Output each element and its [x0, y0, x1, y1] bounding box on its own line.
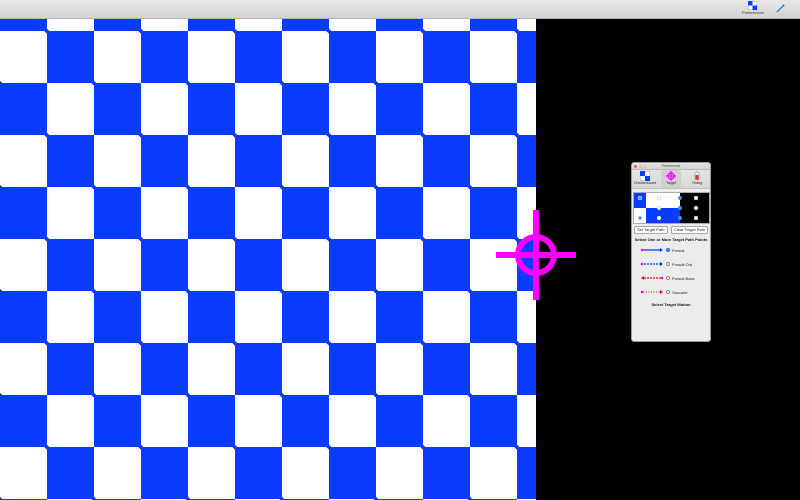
- checkerboard-icon: [640, 171, 650, 181]
- saccade-radio[interactable]: [666, 290, 670, 294]
- saccade-arrow-icon: [640, 290, 663, 294]
- path-point[interactable]: [677, 196, 682, 200]
- motion-option-pursuit[interactable]: Pursuit: [632, 243, 710, 257]
- window-toolbar: Preferences: [0, 0, 800, 19]
- target-reticle[interactable]: [496, 210, 576, 300]
- motion-label: Pursuit: [672, 247, 685, 253]
- preferences-title: Preferences: [661, 164, 681, 168]
- preferences-window: Preferences Checkerboard Target Timing S…: [631, 162, 711, 342]
- close-button[interactable]: [634, 164, 637, 168]
- tab-checkerboard[interactable]: Checkerboard: [634, 170, 656, 188]
- path-points-grid: [633, 193, 709, 223]
- checkerboard-pattern: [0, 19, 536, 500]
- path-point[interactable]: [637, 195, 642, 201]
- preferences-button[interactable]: Preferences: [742, 1, 764, 15]
- set-target-path-button[interactable]: Set Target Path: [634, 226, 668, 234]
- path-point[interactable]: [677, 216, 682, 220]
- motion-heading: Select Target Motion: [651, 302, 691, 307]
- pursuit-arrow-icon: [640, 248, 663, 252]
- zoom-button[interactable]: [643, 164, 646, 168]
- preferences-tabs: Checkerboard Target Timing: [632, 170, 710, 189]
- pursuit-back-radio[interactable]: [666, 276, 670, 280]
- path-point[interactable]: [656, 205, 661, 211]
- preferences-titlebar: Preferences: [632, 163, 710, 170]
- motion-options: Pursuit Pursuit Out Pursuit Back Saccade: [632, 243, 710, 299]
- tab-target[interactable]: Target: [661, 170, 681, 188]
- pursuit-back-arrow-icon: [641, 276, 664, 280]
- pursuit-out-radio[interactable]: [666, 262, 670, 266]
- reticle-horizontal: [496, 252, 576, 258]
- motion-option-pursuit-out[interactable]: Pursuit Out: [632, 257, 710, 271]
- tab-label: Timing: [691, 181, 703, 185]
- clear-target-path-button[interactable]: Clear Target Path: [670, 226, 708, 234]
- path-point[interactable]: [656, 216, 661, 220]
- path-point[interactable]: [693, 196, 698, 200]
- points-heading: Select One or More Target Path Points: [634, 237, 708, 242]
- motion-label: Saccade: [672, 289, 688, 295]
- tab-label: Target: [666, 181, 676, 185]
- checkerboard-icon: [748, 1, 758, 10]
- path-point[interactable]: [693, 206, 698, 210]
- preferences-label: Preferences: [742, 10, 764, 15]
- path-point[interactable]: [656, 195, 661, 201]
- tab-timing[interactable]: Timing: [687, 170, 707, 188]
- path-buttons: Set Target Path Clear Target Path: [632, 224, 710, 234]
- motion-label: Pursuit Out: [672, 261, 693, 267]
- tab-label: Checkerboard: [634, 181, 656, 185]
- motion-option-pursuit-back[interactable]: Pursuit Back: [632, 271, 710, 285]
- path-point[interactable]: [637, 215, 642, 221]
- motion-label: Pursuit Back: [672, 275, 695, 281]
- stimulus-stage: Preferences Checkerboard Target Timing S…: [0, 19, 800, 500]
- target-icon: [666, 171, 676, 181]
- timing-icon: [694, 171, 700, 181]
- path-point[interactable]: [693, 216, 698, 220]
- target-path-preview[interactable]: [632, 192, 710, 224]
- pursuit-out-arrow-icon: [640, 262, 663, 266]
- path-point[interactable]: [677, 206, 682, 210]
- minimize-button[interactable]: [638, 164, 642, 168]
- pursuit-radio[interactable]: [666, 248, 670, 252]
- pen-icon: [776, 4, 785, 13]
- crosshair-tool-button[interactable]: [776, 4, 785, 13]
- motion-option-saccade[interactable]: Saccade: [632, 285, 710, 299]
